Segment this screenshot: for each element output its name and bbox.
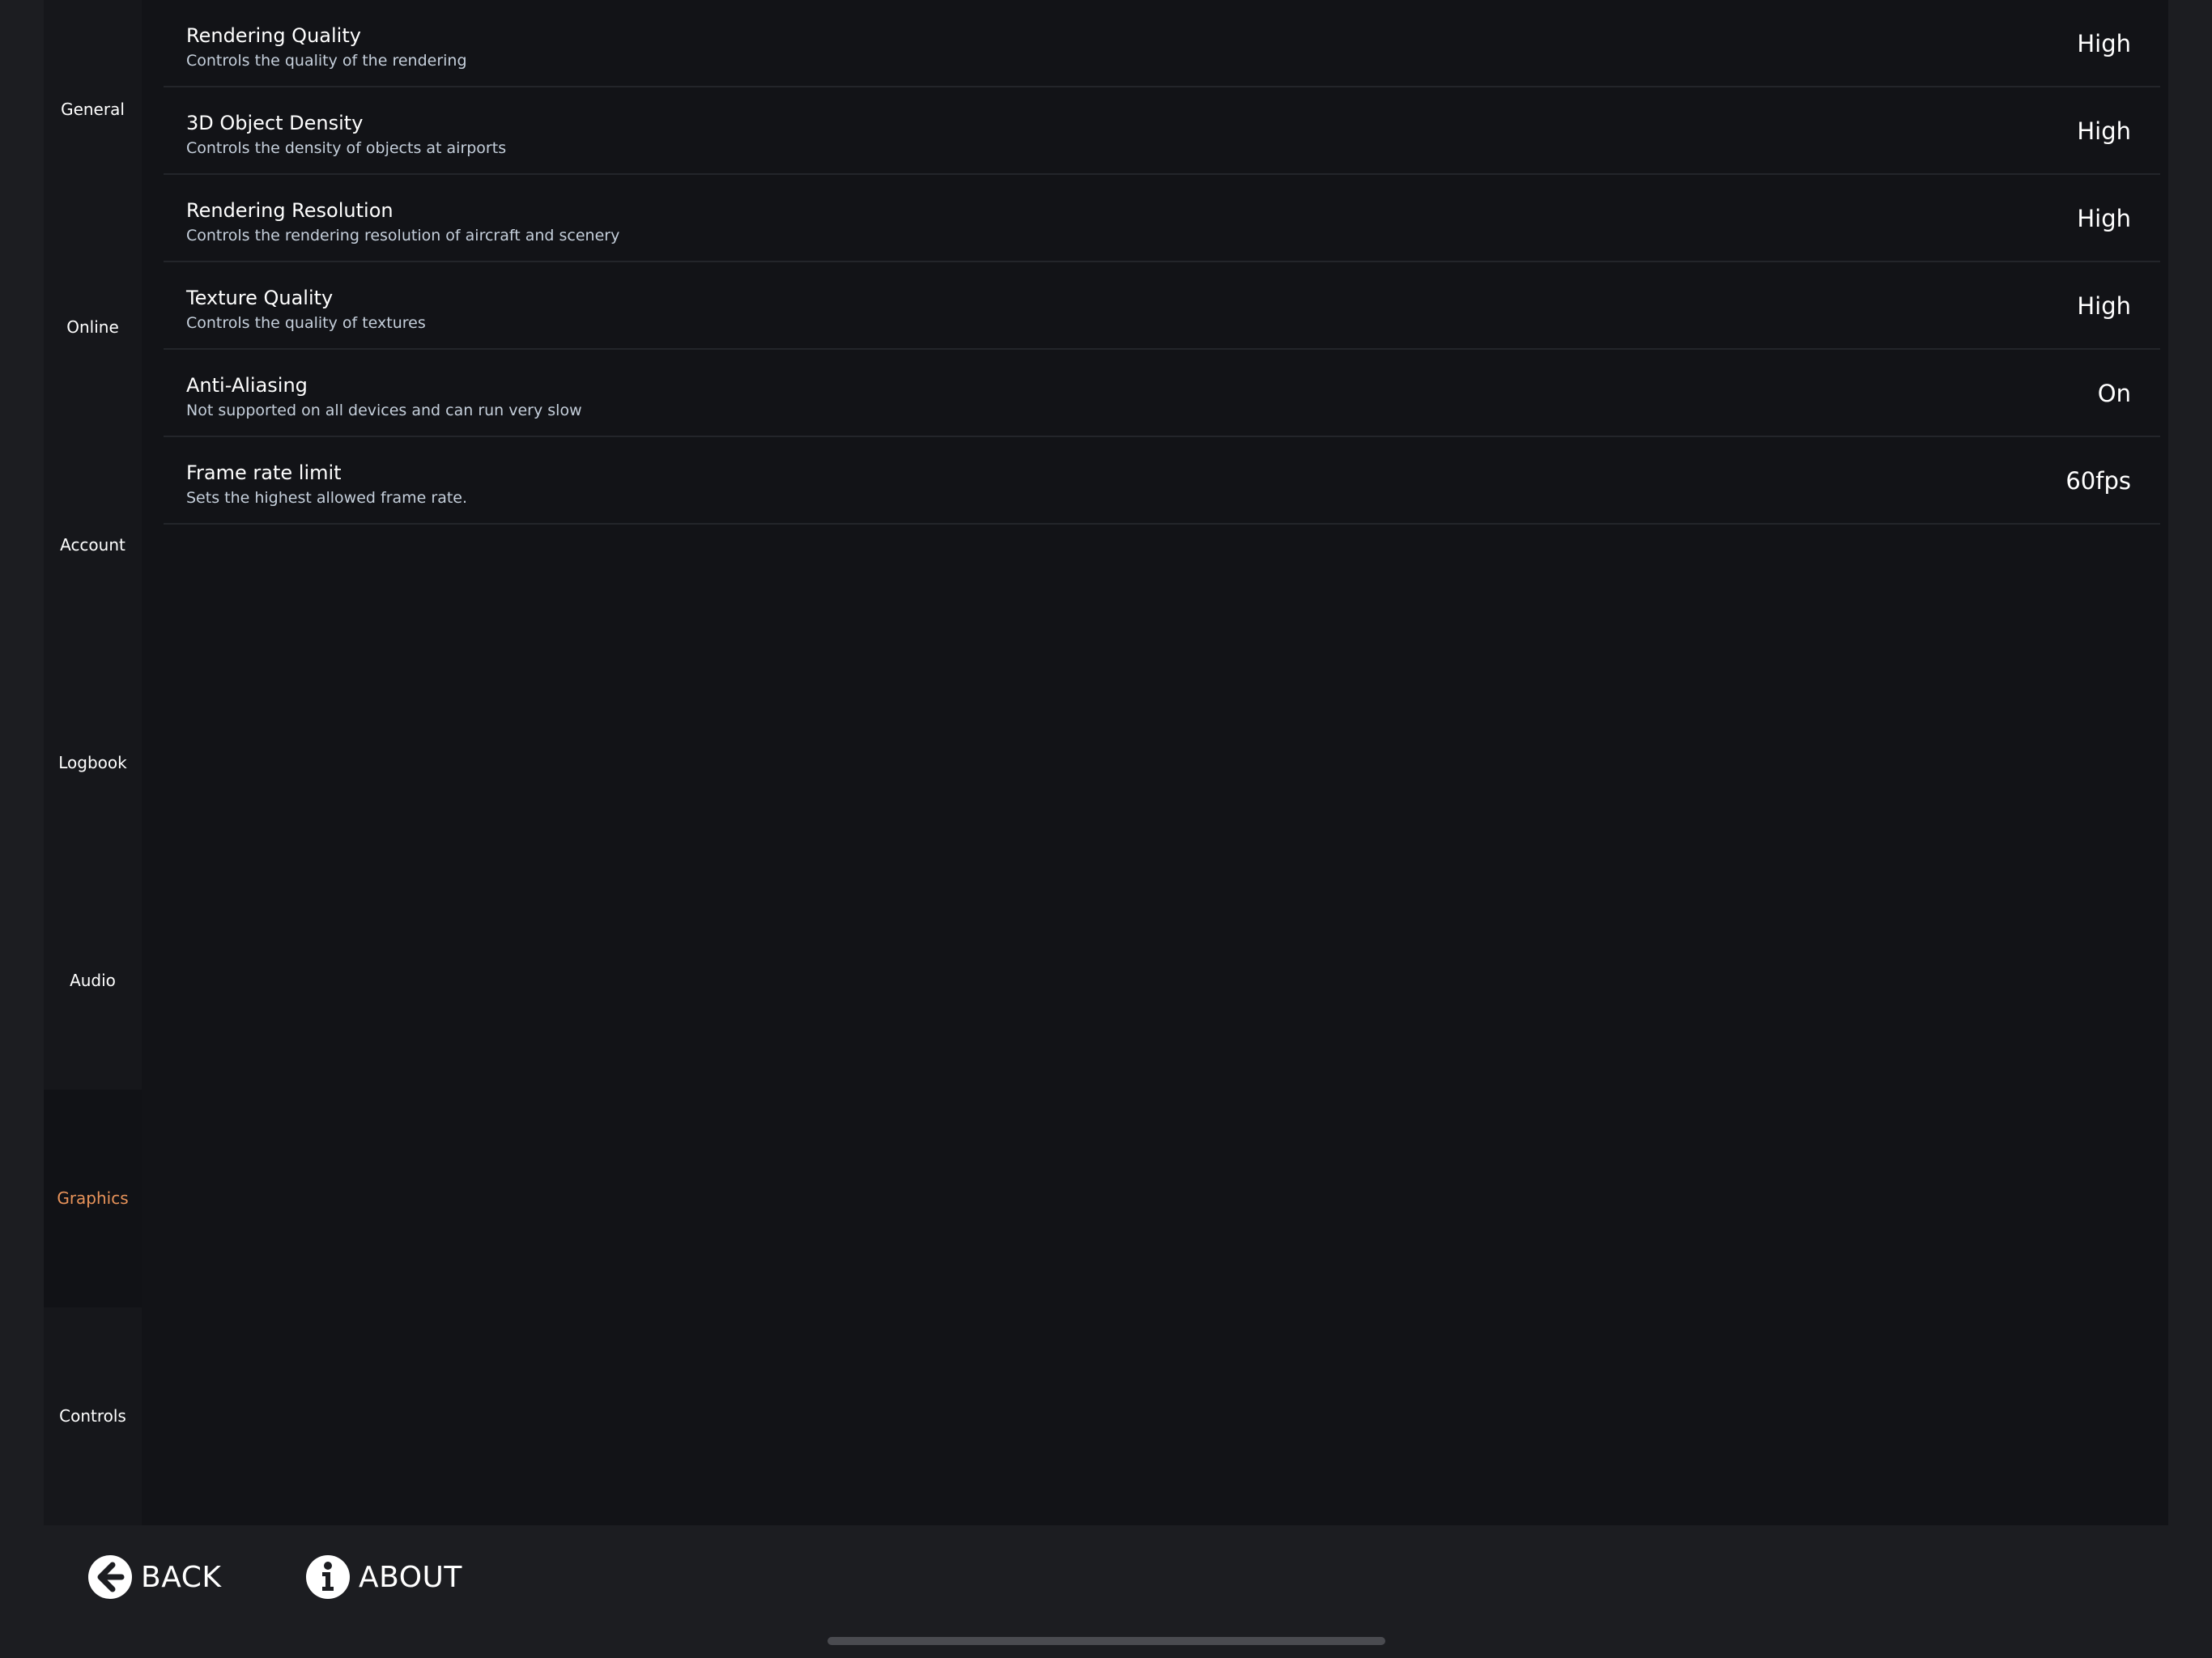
setting-title: Frame rate limit (186, 461, 342, 484)
setting-title: Rendering Resolution (186, 199, 393, 222)
setting-frame-rate-limit[interactable]: Frame rate limit Sets the highest allowe… (164, 437, 2160, 525)
setting-value-selector[interactable]: High (2077, 87, 2131, 175)
sidebar-item-online[interactable]: Online (44, 218, 142, 436)
setting-title: 3D Object Density (186, 112, 364, 134)
setting-description: Sets the highest allowed frame rate. (186, 489, 468, 507)
settings-sidebar: General Online Account Logbook Audio Gra… (44, 0, 142, 1525)
setting-title: Texture Quality (186, 287, 334, 309)
sidebar-item-account[interactable]: Account (44, 436, 142, 653)
sidebar-item-controls[interactable]: Controls (44, 1307, 142, 1525)
sidebar-item-general[interactable]: General (44, 0, 142, 218)
setting-description: Controls the density of objects at airpo… (186, 139, 507, 157)
setting-value-selector[interactable]: High (2077, 262, 2131, 350)
setting-texture-quality[interactable]: Texture Quality Controls the quality of … (164, 262, 2160, 350)
back-label: BACK (141, 1560, 222, 1594)
setting-description: Not supported on all devices and can run… (186, 402, 582, 419)
about-button[interactable]: ABOUT (305, 1553, 462, 1601)
setting-title: Anti-Aliasing (186, 374, 308, 397)
setting-value-selector[interactable]: High (2077, 175, 2131, 262)
settings-screen: General Online Account Logbook Audio Gra… (0, 0, 2212, 1658)
home-indicator[interactable] (827, 1637, 1385, 1645)
setting-value-selector[interactable]: 60fps (2065, 437, 2131, 525)
setting-description: Controls the quality of the rendering (186, 52, 467, 70)
info-circle-icon (305, 1554, 351, 1600)
about-label: ABOUT (359, 1560, 462, 1594)
setting-description: Controls the rendering resolution of air… (186, 227, 620, 244)
graphics-settings-panel: Rendering Quality Controls the quality o… (142, 0, 2168, 1525)
sidebar-item-graphics[interactable]: Graphics (44, 1089, 142, 1307)
settings-list: Rendering Quality Controls the quality o… (164, 0, 2160, 525)
setting-3d-object-density[interactable]: 3D Object Density Controls the density o… (164, 87, 2160, 175)
setting-rendering-resolution[interactable]: Rendering Resolution Controls the render… (164, 175, 2160, 262)
sidebar-item-logbook[interactable]: Logbook (44, 653, 142, 871)
setting-value-toggle[interactable]: On (2098, 350, 2131, 437)
sidebar-item-audio[interactable]: Audio (44, 872, 142, 1090)
setting-anti-aliasing[interactable]: Anti-Aliasing Not supported on all devic… (164, 350, 2160, 437)
arrow-left-circle-icon (87, 1554, 133, 1600)
setting-title: Rendering Quality (186, 24, 361, 47)
setting-rendering-quality[interactable]: Rendering Quality Controls the quality o… (164, 0, 2160, 87)
setting-description: Controls the quality of textures (186, 314, 426, 332)
setting-value-selector[interactable]: High (2077, 0, 2131, 87)
back-button[interactable]: BACK (87, 1553, 221, 1601)
